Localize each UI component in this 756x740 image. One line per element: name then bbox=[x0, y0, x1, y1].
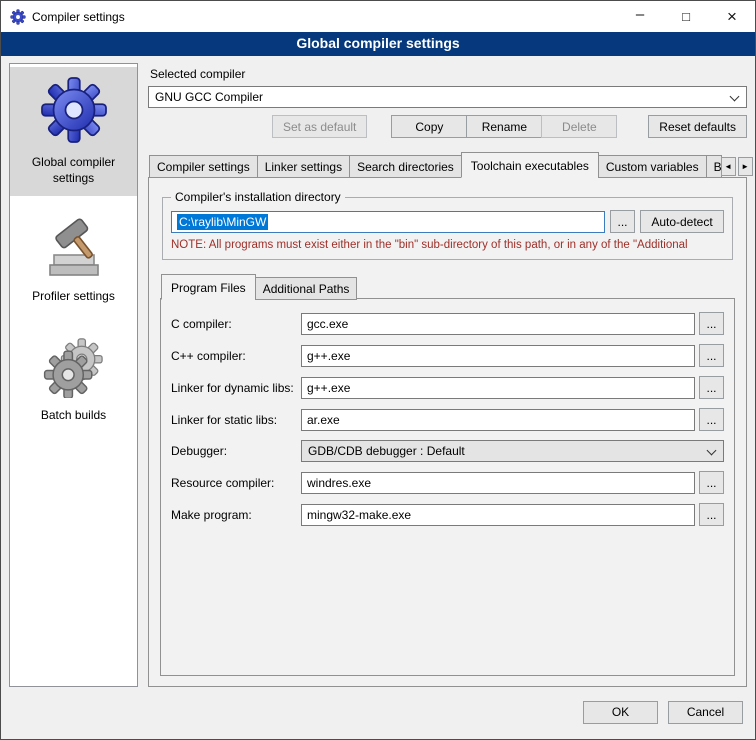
dialog-body: Global compiler settings Profiler settin… bbox=[1, 56, 755, 691]
sidebar-item-global-compiler-settings[interactable]: Global compiler settings bbox=[10, 67, 137, 196]
cpp-compiler-input[interactable]: g++.exe bbox=[301, 345, 695, 367]
compiler-select-value: GNU GCC Compiler bbox=[155, 90, 263, 104]
compiler-buttons: Set as default Copy Rename Delete Reset … bbox=[148, 115, 747, 138]
program-files-page: C compiler: gcc.exe ... C++ compiler: g+… bbox=[160, 298, 735, 676]
maximize-button[interactable]: □ bbox=[663, 1, 709, 32]
field-row-resource-compiler: Resource compiler: windres.exe ... bbox=[171, 471, 724, 494]
sidebar-item-label: Profiler settings bbox=[32, 289, 115, 305]
field-row-dynamic-linker: Linker for dynamic libs: g++.exe ... bbox=[171, 376, 724, 399]
make-program-input[interactable]: mingw32-make.exe bbox=[301, 504, 695, 526]
cpp-compiler-browse-button[interactable]: ... bbox=[699, 344, 724, 367]
chevron-down-icon bbox=[707, 446, 717, 456]
bin-subdirectory-note: NOTE: All programs must exist either in … bbox=[171, 239, 724, 251]
static-linker-browse-button[interactable]: ... bbox=[699, 408, 724, 431]
tab-linker-settings[interactable]: Linker settings bbox=[257, 155, 350, 178]
field-row-debugger: Debugger: GDB/CDB debugger : Default bbox=[171, 440, 724, 462]
sidebar-item-batch-builds[interactable]: Batch builds bbox=[10, 328, 137, 434]
debugger-select-value: GDB/CDB debugger : Default bbox=[308, 444, 465, 458]
tab-search-directories[interactable]: Search directories bbox=[349, 155, 462, 178]
field-row-c-compiler: C compiler: gcc.exe ... bbox=[171, 312, 724, 335]
cancel-button[interactable]: Cancel bbox=[668, 701, 743, 724]
install-dir-selected-text: C:\raylib\MinGW bbox=[177, 214, 268, 230]
field-value: g++.exe bbox=[307, 349, 350, 363]
gear-icon bbox=[39, 75, 109, 148]
field-value: gcc.exe bbox=[307, 317, 348, 331]
tab-additional-paths[interactable]: Additional Paths bbox=[255, 277, 358, 300]
compiler-select[interactable]: GNU GCC Compiler bbox=[148, 86, 747, 108]
reset-defaults-button[interactable]: Reset defaults bbox=[648, 115, 747, 138]
field-label: Resource compiler: bbox=[171, 476, 301, 490]
tab-toolchain-executables[interactable]: Toolchain executables bbox=[461, 152, 599, 178]
page-title: Global compiler settings bbox=[1, 32, 755, 56]
toolchain-executables-page: Compiler's installation directory C:\ray… bbox=[148, 177, 747, 687]
resource-compiler-browse-button[interactable]: ... bbox=[699, 471, 724, 494]
install-dir-browse-button[interactable]: ... bbox=[610, 210, 635, 233]
field-value: windres.exe bbox=[307, 476, 371, 490]
field-value: ar.exe bbox=[307, 413, 340, 427]
copy-button[interactable]: Copy bbox=[391, 115, 467, 138]
app-gear-icon bbox=[10, 9, 26, 25]
tab-scroll-buttons: ◄ ► bbox=[721, 157, 753, 176]
field-row-static-linker: Linker for static libs: ar.exe ... bbox=[171, 408, 724, 431]
field-row-cpp-compiler: C++ compiler: g++.exe ... bbox=[171, 344, 724, 367]
tab-build-options[interactable]: Buil bbox=[706, 155, 722, 178]
debugger-select[interactable]: GDB/CDB debugger : Default bbox=[301, 440, 724, 462]
static-linker-input[interactable]: ar.exe bbox=[301, 409, 695, 431]
resource-compiler-input[interactable]: windres.exe bbox=[301, 472, 695, 494]
autodetect-button[interactable]: Auto-detect bbox=[640, 210, 724, 233]
ok-button[interactable]: OK bbox=[583, 701, 658, 724]
tab-custom-variables[interactable]: Custom variables bbox=[598, 155, 707, 178]
settings-sidebar: Global compiler settings Profiler settin… bbox=[9, 63, 138, 687]
compiler-settings-dialog: Compiler settings – □ × Global compiler … bbox=[0, 0, 756, 740]
selected-compiler-label: Selected compiler bbox=[150, 67, 747, 81]
chevron-down-icon bbox=[730, 92, 740, 102]
installation-directory-group: Compiler's installation directory C:\ray… bbox=[162, 190, 733, 260]
dynamic-linker-browse-button[interactable]: ... bbox=[699, 376, 724, 399]
installation-directory-row: C:\raylib\MinGW ... Auto-detect bbox=[171, 210, 724, 233]
field-label: Debugger: bbox=[171, 444, 301, 458]
window-title: Compiler settings bbox=[32, 10, 125, 24]
tab-compiler-settings[interactable]: Compiler settings bbox=[149, 155, 258, 178]
sidebar-item-profiler-settings[interactable]: Profiler settings bbox=[10, 209, 137, 315]
tab-scroll-left-icon[interactable]: ◄ bbox=[721, 157, 736, 176]
installation-directory-legend: Compiler's installation directory bbox=[171, 190, 345, 204]
c-compiler-browse-button[interactable]: ... bbox=[699, 312, 724, 335]
tab-program-files[interactable]: Program Files bbox=[161, 274, 256, 300]
field-label: Linker for static libs: bbox=[171, 413, 301, 427]
batch-gears-icon bbox=[43, 336, 105, 401]
sidebar-item-label: Global compiler settings bbox=[13, 155, 134, 186]
settings-tabs: Compiler settings Linker settings Search… bbox=[148, 152, 747, 178]
field-value: mingw32-make.exe bbox=[307, 508, 411, 522]
program-tabs: Program Files Additional Paths bbox=[160, 274, 735, 300]
field-label: Make program: bbox=[171, 508, 301, 522]
titlebar[interactable]: Compiler settings – □ × bbox=[1, 1, 755, 32]
c-compiler-input[interactable]: gcc.exe bbox=[301, 313, 695, 335]
delete-button[interactable]: Delete bbox=[541, 115, 617, 138]
close-button[interactable]: × bbox=[709, 1, 755, 32]
profiler-hammer-icon bbox=[45, 217, 103, 282]
field-label: C compiler: bbox=[171, 317, 301, 331]
set-as-default-button[interactable]: Set as default bbox=[272, 115, 367, 138]
window-controls: – □ × bbox=[617, 1, 755, 32]
field-value: g++.exe bbox=[307, 381, 350, 395]
rename-button[interactable]: Rename bbox=[466, 115, 542, 138]
make-program-browse-button[interactable]: ... bbox=[699, 503, 724, 526]
install-dir-input[interactable]: C:\raylib\MinGW bbox=[171, 211, 605, 233]
field-row-make-program: Make program: mingw32-make.exe ... bbox=[171, 503, 724, 526]
tab-scroll-right-icon[interactable]: ► bbox=[738, 157, 753, 176]
field-label: C++ compiler: bbox=[171, 349, 301, 363]
sidebar-item-label: Batch builds bbox=[41, 408, 106, 424]
minimize-button[interactable]: – bbox=[617, 1, 663, 32]
dialog-footer: OK Cancel bbox=[1, 691, 755, 739]
field-label: Linker for dynamic libs: bbox=[171, 381, 301, 395]
dynamic-linker-input[interactable]: g++.exe bbox=[301, 377, 695, 399]
main-panel: Selected compiler GNU GCC Compiler Set a… bbox=[148, 63, 747, 687]
